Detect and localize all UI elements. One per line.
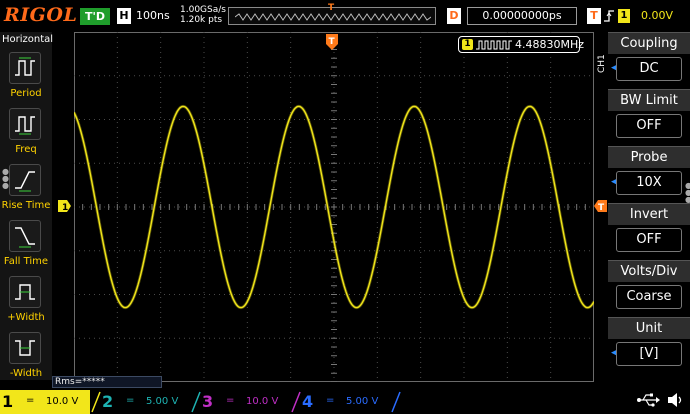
channel-scale: 5.00 V <box>146 396 179 407</box>
measure-neg-width-button[interactable]: -Width <box>0 332 52 388</box>
trigger-level-marker-label: T <box>598 203 605 212</box>
channel-number: 1 <box>2 392 14 411</box>
timebase-value[interactable]: 100ns <box>136 8 170 24</box>
channel-scale: 5.00 V <box>346 396 379 407</box>
measure-freq-button[interactable]: Freq <box>0 108 52 164</box>
unit-title: Unit <box>608 317 690 339</box>
channel-settings-menu: Coupling ◀ DC BW Limit OFF Probe ◀ 10X I… <box>608 32 690 382</box>
rms-measurement[interactable]: Rms=***** <box>52 376 162 388</box>
freq-label: Freq <box>15 144 37 155</box>
invert-value: OFF <box>616 228 682 252</box>
fall-time-label: Fall Time <box>3 256 49 267</box>
freq-channel-badge: 1 <box>462 39 473 50</box>
ch1-offset-marker-label: 1 <box>62 203 68 212</box>
coupling-softkey[interactable]: Coupling ◀ DC <box>608 32 690 87</box>
bw-limit-title: BW Limit <box>608 89 690 111</box>
channel-number: 2 <box>102 392 114 411</box>
channel-coupling: = <box>326 395 335 406</box>
trigger-level-value[interactable]: 0.00V <box>641 8 673 24</box>
period-icon <box>9 52 41 84</box>
probe-title: Probe <box>608 146 690 168</box>
rise-time-label: Rise Time <box>1 200 51 211</box>
pos-width-icon <box>9 276 41 308</box>
horizontal-measure-menu: Horizontal Period Freq Rise Time Fall Ti… <box>0 32 54 380</box>
pos-width-label: +Width <box>7 312 45 323</box>
channel-coupling: = <box>126 395 135 406</box>
trigger-badge: T <box>587 8 601 24</box>
trigger-source-badge: 1 <box>618 9 630 23</box>
measure-fall-time-button[interactable]: Fall Time <box>0 220 52 276</box>
usb-icon <box>637 393 660 407</box>
channel-3-status[interactable]: 3 = 10.0 V <box>200 390 294 414</box>
top-status-bar: RIGOL T'D H 100ns 1.00GSa/s 1.20k pts T … <box>0 0 690 32</box>
neg-width-icon <box>9 332 41 364</box>
channel-menu-label: CH1 <box>597 54 607 73</box>
frequency-value: 4.48830MHz <box>515 38 585 51</box>
channel-scale: 10.0 V <box>246 396 279 407</box>
speaker-icon[interactable] <box>666 392 686 408</box>
channel-scale: 10.0 V <box>46 396 79 407</box>
probe-softkey[interactable]: Probe ◀ 10X <box>608 146 690 201</box>
channel-number: 3 <box>202 392 214 411</box>
sample-info: 1.00GSa/s 1.20k pts <box>180 5 226 25</box>
graticule <box>72 31 596 383</box>
probe-value: 10X <box>616 171 682 195</box>
rising-edge-icon <box>604 10 614 22</box>
volts-div-value: Coarse <box>616 285 682 309</box>
coupling-value: DC <box>616 57 682 81</box>
brand-logo: RIGOL <box>4 4 78 26</box>
fall-time-icon <box>9 220 41 252</box>
square-wave-icon <box>476 40 512 50</box>
invert-title: Invert <box>608 203 690 225</box>
trigger-position-marker-label: T <box>329 37 336 47</box>
channel-status-bar: 1 = 10.0 V 2 = 5.00 V 3 = 10.0 V 4 = 5.0… <box>0 388 690 414</box>
ch1-offset-marker[interactable]: 1 <box>58 200 72 212</box>
freq-icon <box>9 108 41 140</box>
delay-value[interactable]: 0.00000000ps <box>467 7 577 25</box>
bw-limit-softkey[interactable]: BW Limit OFF <box>608 89 690 144</box>
memory-trigger-marker: T <box>328 3 335 13</box>
memory-depth-value: 1.20k pts <box>180 15 223 25</box>
memory-position-bar[interactable]: T <box>228 3 436 25</box>
menu-page-dots-icon: ● ● ● <box>2 167 9 190</box>
channel-2-status[interactable]: 2 = 5.00 V <box>100 390 194 414</box>
coupling-title: Coupling <box>608 32 690 54</box>
delay-badge: D <box>447 8 461 24</box>
period-label: Period <box>10 88 42 99</box>
measure-period-button[interactable]: Period <box>0 52 52 108</box>
channel-1-status[interactable]: 1 = 10.0 V <box>0 390 90 414</box>
bw-limit-value: OFF <box>616 114 682 138</box>
sample-rate-value: 1.00GSa/s <box>180 5 226 15</box>
frequency-measurement[interactable]: 1 4.48830MHz <box>458 36 584 53</box>
invert-softkey[interactable]: Invert OFF <box>608 203 690 258</box>
memory-waveform-icon <box>235 13 431 21</box>
horizontal-badge: H <box>117 8 131 24</box>
channel-separator <box>391 391 401 413</box>
channel-coupling: = <box>26 395 35 406</box>
volts-div-title: Volts/Div <box>608 260 690 282</box>
neg-width-label: -Width <box>9 368 43 379</box>
trigger-position-marker[interactable]: T <box>326 34 338 50</box>
rise-time-icon <box>9 164 41 196</box>
menu-page-dots-icon: ● ● ● <box>685 181 690 204</box>
measure-pos-width-button[interactable]: +Width <box>0 276 52 332</box>
waveform-display[interactable] <box>72 31 596 383</box>
run-state-badge[interactable]: T'D <box>80 8 110 25</box>
volts-div-softkey[interactable]: Volts/Div Coarse <box>608 260 690 315</box>
channel-4-status[interactable]: 4 = 5.00 V <box>300 390 394 414</box>
channel-coupling: = <box>226 395 235 406</box>
trigger-level-marker[interactable]: T <box>593 200 607 212</box>
unit-value: [V] <box>616 342 682 366</box>
unit-softkey[interactable]: Unit ◀ [V] <box>608 317 690 372</box>
menu-title: Horizontal <box>2 34 54 45</box>
channel-number: 4 <box>302 392 314 411</box>
